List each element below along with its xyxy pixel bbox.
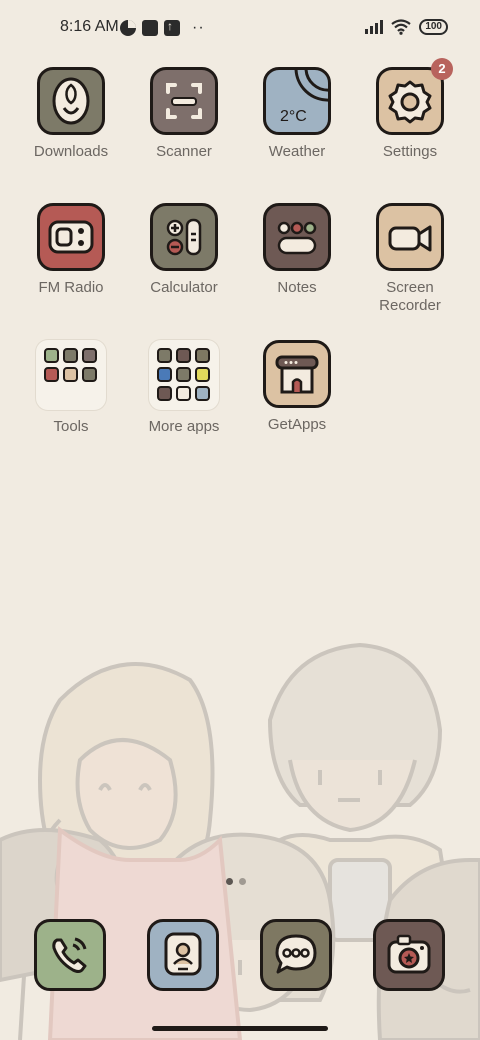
download-icon <box>37 67 105 135</box>
home-indicator[interactable] <box>152 1026 328 1031</box>
app-weather[interactable]: 2°C Weather <box>241 67 353 161</box>
app-screen-recorder[interactable]: Screen Recorder <box>354 203 466 315</box>
camera-icon <box>373 919 445 991</box>
folder-tools[interactable]: Tools <box>15 340 127 436</box>
data-saver-icon <box>120 20 136 36</box>
home-screen: 8:16 AM ·· 100 <box>0 0 480 1040</box>
app-downloads[interactable]: Downloads <box>15 67 127 161</box>
page-indicator[interactable] <box>226 878 246 885</box>
calculator-icon <box>150 203 218 271</box>
app-label: Downloads <box>33 143 109 160</box>
gear-icon: 2 <box>376 58 453 135</box>
app-label: Weather <box>268 143 326 160</box>
battery-icon: 100 <box>419 19 448 35</box>
contacts-icon <box>147 919 219 991</box>
folder-icon <box>36 340 106 410</box>
weather-icon: 2°C <box>263 67 331 135</box>
app-label: Settings <box>382 143 438 160</box>
app-label: FM Radio <box>38 279 104 296</box>
dock-camera[interactable] <box>353 919 465 991</box>
dock-messages[interactable] <box>240 919 352 991</box>
status-left-icons: ·· <box>120 19 205 37</box>
upload-icon <box>164 19 180 36</box>
app-notes[interactable]: Notes <box>241 203 353 297</box>
video-camera-icon <box>376 203 444 271</box>
app-label: Screen Recorder <box>379 279 441 314</box>
more-dots-icon: ·· <box>192 19 205 36</box>
status-right-icons: 100 <box>365 19 448 35</box>
dock-contacts[interactable] <box>127 919 239 991</box>
radio-icon <box>37 203 105 271</box>
scanner-icon <box>150 67 218 135</box>
app-label: Scanner <box>156 143 212 160</box>
app-label: More apps <box>148 418 220 435</box>
folder-icon <box>149 340 219 410</box>
status-bar: 8:16 AM ·· 100 <box>0 0 480 56</box>
notification-badge: 2 <box>431 58 453 80</box>
message-icon <box>260 919 332 991</box>
weather-temperature: 2°C <box>280 108 307 125</box>
page-dot-active[interactable] <box>226 878 233 885</box>
page-dot[interactable] <box>239 878 246 885</box>
getapps-icon <box>263 340 331 408</box>
app-settings[interactable]: 2 Settings <box>354 58 466 161</box>
square-notification-icon <box>142 20 158 36</box>
app-label: Notes <box>277 279 317 296</box>
app-scanner[interactable]: Scanner <box>128 67 240 161</box>
app-getapps[interactable]: GetApps <box>241 340 353 434</box>
phone-icon <box>34 919 106 991</box>
app-label: Calculator <box>150 279 218 296</box>
dock-phone[interactable] <box>14 919 126 991</box>
wifi-icon <box>391 19 411 35</box>
notes-icon <box>263 203 331 271</box>
app-label: Tools <box>53 418 89 435</box>
signal-icon <box>365 20 384 34</box>
app-fm-radio[interactable]: FM Radio <box>15 203 127 297</box>
app-label: GetApps <box>267 416 327 433</box>
folder-more-apps[interactable]: More apps <box>128 340 240 436</box>
app-calculator[interactable]: Calculator <box>128 203 240 297</box>
status-time: 8:16 AM <box>60 18 119 35</box>
